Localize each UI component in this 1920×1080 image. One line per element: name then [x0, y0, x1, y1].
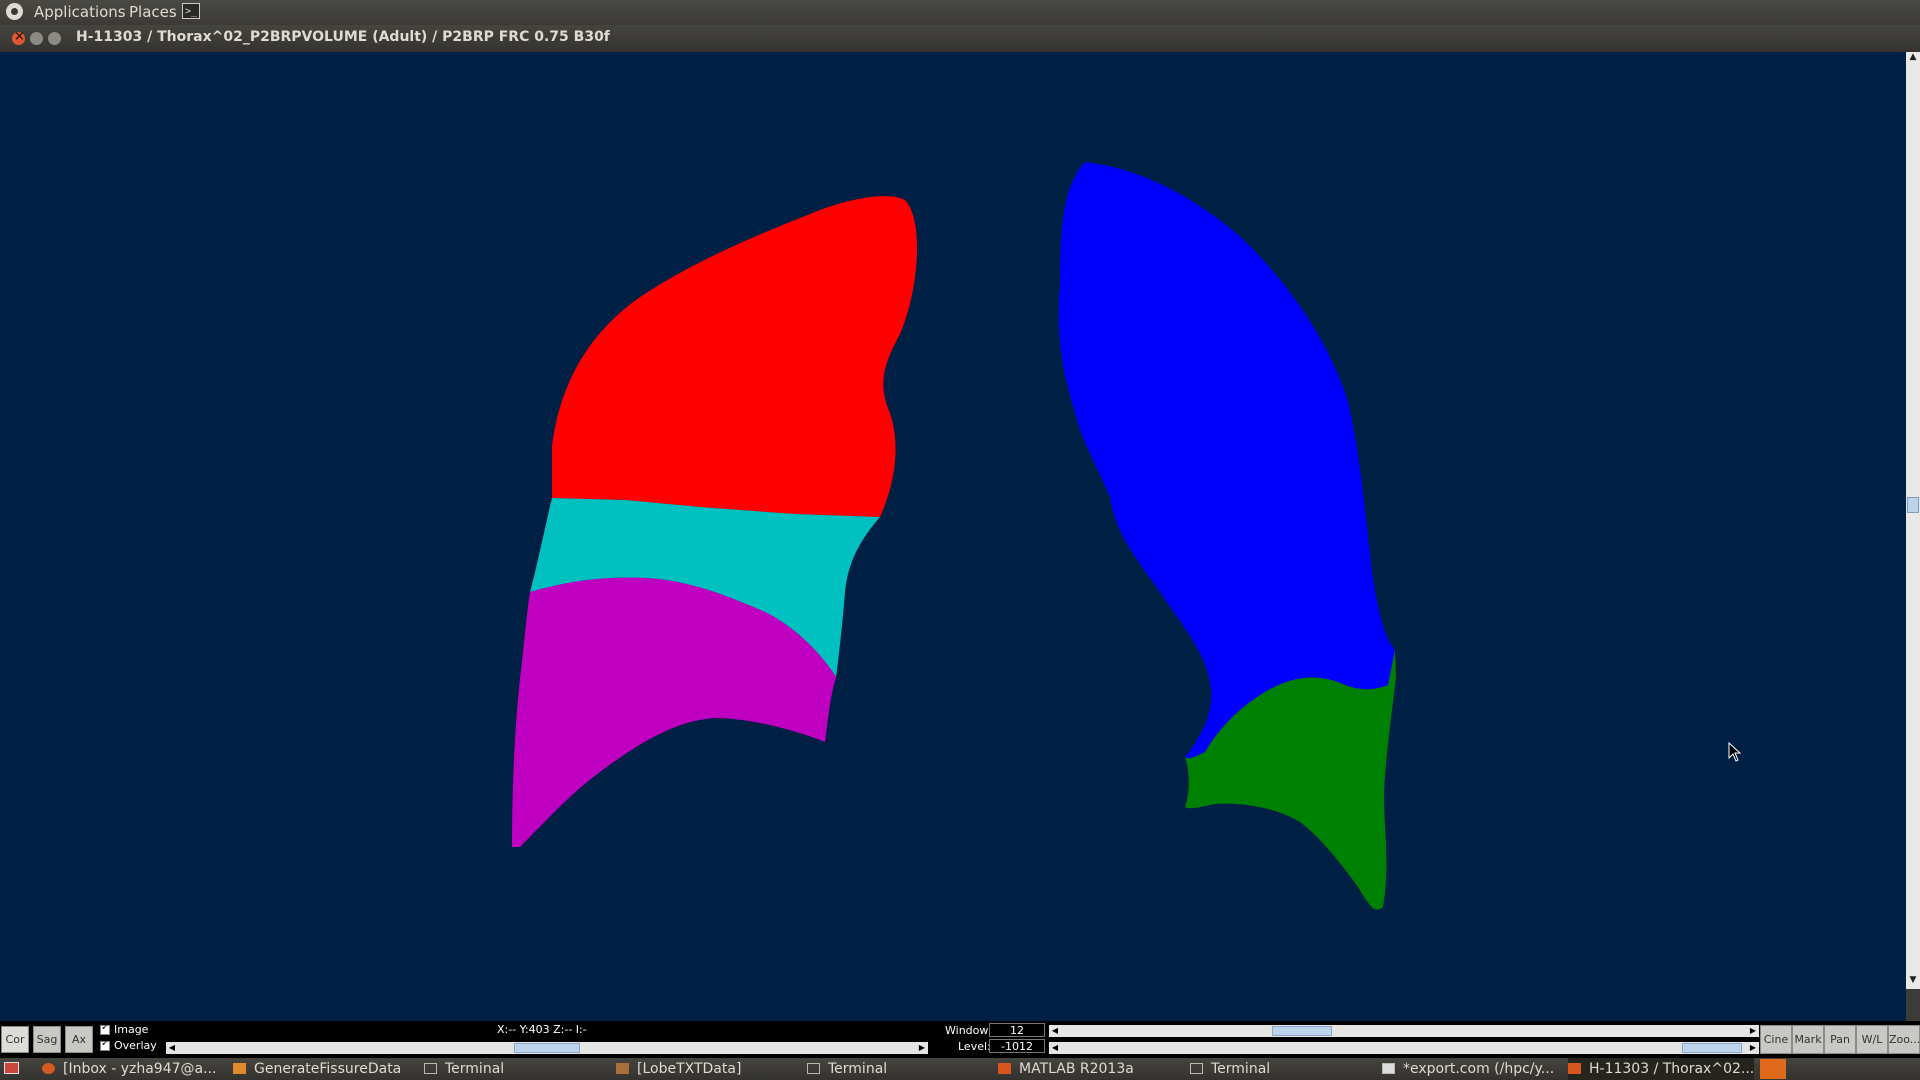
slice-slider-thumb[interactable] — [514, 1043, 580, 1053]
slice-slider-left-arrow-icon[interactable]: ◀ — [166, 1042, 178, 1054]
taskbar-item-matlab[interactable]: MATLAB R2013a — [998, 1058, 1178, 1080]
slice-slider[interactable]: ◀ ▶ — [166, 1042, 928, 1054]
window-label: Window: — [945, 1024, 992, 1037]
window-slider[interactable]: ◀ ▶ — [1049, 1025, 1759, 1037]
top-panel: Applications Places >_ — [0, 0, 1920, 25]
taskbar-item-inbox[interactable]: [Inbox - yzha947@a... — [42, 1058, 232, 1080]
terminal-icon — [1190, 1063, 1203, 1074]
terminal-icon — [424, 1063, 437, 1074]
window-title-bar[interactable]: H-11303 / Thorax^02_P2BRPVOLUME (Adult) … — [0, 25, 1920, 52]
viewer-control-bar: Cor Sag Ax Image Overlay X:-- Y:403 Z:--… — [0, 1021, 1920, 1058]
level-label: Level: — [958, 1040, 991, 1053]
window-slider-thumb[interactable] — [1272, 1026, 1332, 1036]
window-slider-right-arrow-icon[interactable]: ▶ — [1747, 1025, 1759, 1037]
window-slider-left-arrow-icon[interactable]: ◀ — [1049, 1025, 1061, 1037]
vertical-scrollbar[interactable]: ▲ ▼ — [1906, 52, 1920, 989]
sagittal-view-button[interactable]: Sag — [33, 1026, 61, 1053]
image-checkbox[interactable] — [100, 1022, 110, 1035]
taskbar: [Inbox - yzha947@a... GenerateFissureDat… — [0, 1058, 1920, 1080]
folder-icon — [233, 1063, 246, 1074]
level-slider-right-arrow-icon[interactable]: ▶ — [1747, 1042, 1759, 1054]
level-slider[interactable]: ◀ ▶ — [1049, 1042, 1759, 1054]
ubuntu-logo-icon[interactable] — [6, 3, 23, 20]
taskbar-item-viewer[interactable]: H-11303 / Thorax^02... — [1568, 1058, 1754, 1080]
taskbar-item-terminal-2[interactable]: Terminal — [807, 1058, 987, 1080]
level-slider-thumb[interactable] — [1682, 1043, 1742, 1053]
overlay-checkbox[interactable] — [100, 1038, 110, 1051]
window-level-button[interactable]: W/L — [1856, 1025, 1888, 1054]
level-value-field[interactable]: -1012 — [989, 1039, 1045, 1053]
close-window-button[interactable] — [12, 29, 25, 45]
left-upper-lobe — [1058, 162, 1395, 759]
terminal-launcher-icon[interactable]: >_ — [182, 3, 200, 19]
right-upper-lobe — [552, 196, 918, 517]
image-checkbox-label: Image — [114, 1023, 149, 1036]
folder-icon — [616, 1063, 629, 1074]
pan-button[interactable]: Pan — [1824, 1025, 1856, 1054]
matlab-icon — [998, 1063, 1011, 1074]
places-menu[interactable]: Places — [129, 3, 177, 21]
window-value-field[interactable]: 12 — [989, 1023, 1045, 1037]
mouse-cursor-icon — [1728, 742, 1742, 762]
window-title: H-11303 / Thorax^02_P2BRPVOLUME (Adult) … — [76, 29, 610, 45]
taskbar-item-lobetxtdata[interactable]: [LobeTXTData] — [616, 1058, 796, 1080]
cursor-coordinates-readout: X:-- Y:403 Z:-- I:- — [497, 1023, 587, 1036]
minimize-window-button[interactable] — [30, 32, 43, 45]
matlab-tray-icon[interactable] — [1760, 1059, 1786, 1079]
mark-button[interactable]: Mark — [1792, 1025, 1824, 1054]
maximize-window-button[interactable] — [48, 32, 61, 45]
scroll-up-arrow-icon[interactable]: ▲ — [1906, 52, 1920, 66]
image-viewport[interactable] — [0, 52, 1906, 1021]
taskbar-item-terminal-1[interactable]: Terminal — [424, 1058, 604, 1080]
applications-menu[interactable]: Applications — [34, 3, 126, 21]
cine-button[interactable]: Cine — [1760, 1025, 1792, 1054]
axial-view-button[interactable]: Ax — [65, 1026, 93, 1053]
matlab-icon — [1568, 1063, 1581, 1074]
slice-slider-right-arrow-icon[interactable]: ▶ — [916, 1042, 928, 1054]
scroll-down-arrow-icon[interactable]: ▼ — [1906, 975, 1920, 989]
vertical-scroll-thumb[interactable] — [1907, 497, 1919, 513]
zoom-button[interactable]: Zoo... — [1888, 1025, 1920, 1054]
show-desktop-icon[interactable] — [4, 1062, 19, 1074]
terminal-icon — [807, 1063, 820, 1074]
text-editor-icon — [1382, 1063, 1395, 1074]
overlay-checkbox-label: Overlay — [114, 1039, 157, 1052]
coronal-view-button[interactable]: Cor — [1, 1026, 29, 1053]
taskbar-item-export[interactable]: *export.com (/hpc/y... — [1382, 1058, 1562, 1080]
firefox-icon — [42, 1063, 55, 1074]
lung-lobe-segmentation — [512, 162, 1396, 910]
level-slider-left-arrow-icon[interactable]: ◀ — [1049, 1042, 1061, 1054]
taskbar-item-generatefissuredata[interactable]: GenerateFissureData — [233, 1058, 413, 1080]
taskbar-item-terminal-3[interactable]: Terminal — [1190, 1058, 1370, 1080]
